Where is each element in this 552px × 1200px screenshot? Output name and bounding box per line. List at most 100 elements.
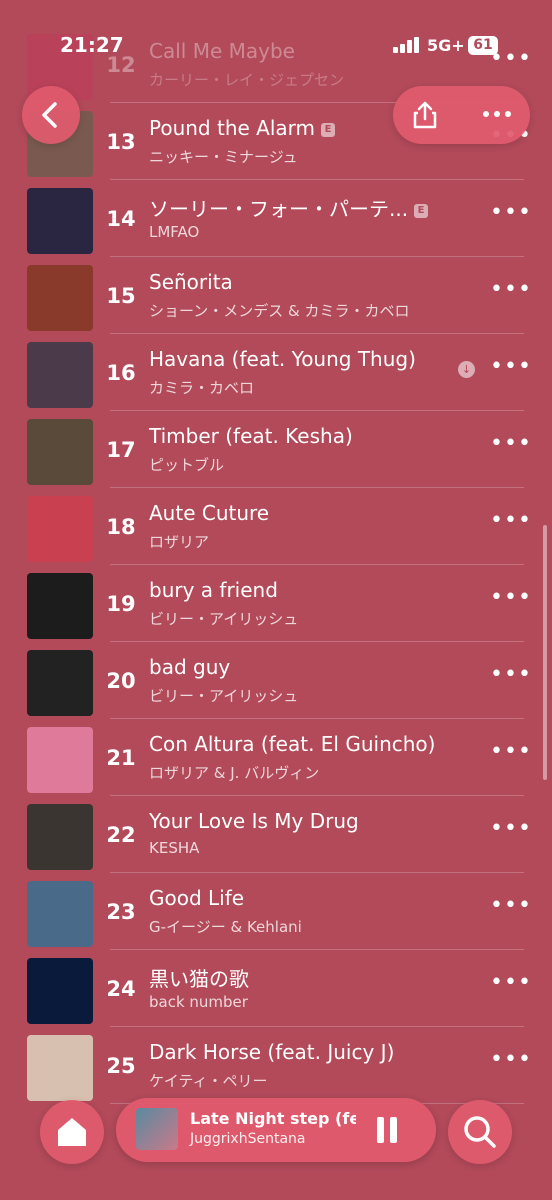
track-title-text: ソーリー・フォー・パーテ... [149,197,409,221]
track-number: 18 [106,515,136,539]
now-playing-title: Late Night step (feat [190,1109,356,1128]
track-title: bad guy [149,655,230,679]
track-title: Señorita [149,270,233,294]
track-number: 23 [106,900,136,924]
track-artist: ニッキー・ミナージュ [149,148,298,166]
more-options-icon[interactable]: ••• [490,587,531,609]
track-row[interactable]: 18 Aute Cuture ロザリア ••• [0,488,552,565]
track-title-text: Aute Cuture [149,501,270,525]
track-title-text: Señorita [149,270,233,294]
track-row[interactable]: 14 ソーリー・フォー・パーテ... E LMFAO ••• [0,180,552,257]
more-options-icon[interactable]: ••• [490,741,531,763]
more-options-icon[interactable]: ••• [490,1049,531,1071]
downloaded-icon: ↓ [458,361,475,378]
track-number: 19 [106,592,136,616]
album-artwork [27,650,93,716]
track-artist: ピットブル [149,456,225,474]
track-number: 20 [106,669,136,693]
track-title: Good Life [149,886,244,910]
track-number: 22 [106,823,136,847]
search-icon [464,1116,496,1148]
album-artwork [27,419,93,485]
more-options-icon[interactable]: ••• [490,664,531,686]
track-number: 21 [106,746,136,770]
track-number: 25 [106,1054,136,1078]
network-type: 5G+ [427,36,465,55]
more-options-icon[interactable]: ••• [490,202,531,224]
track-row[interactable]: 17 Timber (feat. Kesha) ピットブル ••• [0,411,552,488]
share-icon[interactable] [409,99,441,131]
track-row[interactable]: 24 黒い猫の歌 back number ••• [0,950,552,1027]
track-artist: LMFAO [149,223,200,241]
album-artwork [27,342,93,408]
signal-icon [393,37,419,53]
track-title-text: bad guy [149,655,231,679]
track-artist: back number [149,993,248,1011]
more-options-icon[interactable]: ••• [490,433,531,455]
track-number: 15 [106,284,136,308]
track-row[interactable]: 25 Dark Horse (feat. Juicy J) ケイティ・ペリー ••• [0,1027,552,1104]
track-artist: ビリー・アイリッシュ [149,610,299,628]
track-artist: ロザリア [149,533,210,551]
more-options-icon[interactable]: ••• [490,279,531,301]
album-artwork [27,727,93,793]
header-actions [393,86,530,144]
more-options-icon[interactable]: ••• [490,895,531,917]
more-options-icon[interactable]: ••• [490,48,531,70]
track-title-text: Dark Horse (feat. Juicy J) [149,1040,395,1064]
scrollbar[interactable] [543,525,547,780]
track-artist: カミラ・カベロ [149,379,255,397]
back-button[interactable] [22,86,80,144]
track-title: Havana (feat. Young Thug) [149,347,416,371]
track-row[interactable]: 20 bad guy ビリー・アイリッシュ ••• [0,642,552,719]
clock: 21:27 [60,33,124,57]
battery-indicator: 61 [468,36,498,55]
track-row[interactable]: 15 Señorita ショーン・メンデス & カミラ・カベロ ••• [0,257,552,334]
more-options-icon[interactable]: ••• [490,972,531,994]
track-title: 黒い猫の歌 [149,963,249,992]
track-number: 24 [106,977,136,1001]
explicit-badge: E [321,123,336,137]
track-title-text: Good Life [149,886,245,910]
more-options-icon[interactable]: ••• [490,510,531,532]
track-artist: カーリー・レイ・ジェプセン [149,71,345,89]
track-title: Aute Cuture [149,501,269,525]
track-row[interactable]: 21 Con Altura (feat. El Guincho) ロザリア & J.… [0,719,552,796]
track-title-text: Timber (feat. Kesha) [149,424,353,448]
track-title-text: Pound the Alarm [149,116,316,140]
track-title: ソーリー・フォー・パーテ... E [149,193,429,222]
track-title-text: 黒い猫の歌 [149,967,249,991]
track-title-text: Your Love Is My Drug [149,809,359,833]
track-row[interactable]: 19 bury a friend ビリー・アイリッシュ ••• [0,565,552,642]
explicit-badge: E [414,204,429,218]
search-button[interactable] [448,1100,512,1164]
album-artwork [27,573,93,639]
track-number: 14 [106,207,136,231]
track-artist: G-イージー & Kehlani [149,918,302,936]
track-artist: ショーン・メンデス & カミラ・カベロ [149,302,410,320]
track-row[interactable]: 22 Your Love Is My Drug KESHA ••• [0,796,552,873]
track-title: Dark Horse (feat. Juicy J) [149,1040,394,1064]
album-artwork [27,881,93,947]
ellipsis-icon[interactable] [481,108,513,120]
pause-icon[interactable] [377,1117,399,1143]
album-artwork [27,958,93,1024]
album-artwork [27,1035,93,1101]
now-playing-artwork [136,1108,178,1150]
track-title: Timber (feat. Kesha) [149,424,353,448]
more-options-icon[interactable]: ••• [490,818,531,840]
album-artwork [27,496,93,562]
track-artist: ケイティ・ペリー [149,1072,268,1090]
track-number: 13 [106,130,136,154]
chevron-left-icon [42,102,57,128]
track-row[interactable]: 23 Good Life G-イージー & Kehlani ••• [0,873,552,950]
now-playing-bar[interactable]: Late Night step (feat JuggrixhSentana [116,1098,436,1162]
status-bar: 21:27 5G+ 61 [0,0,552,57]
track-title-text: bury a friend [149,578,278,602]
album-artwork [27,804,93,870]
track-row[interactable]: 16 Havana (feat. Young Thug) カミラ・カベロ ↓ ••• [0,334,552,411]
more-options-icon[interactable]: ••• [490,356,531,378]
home-button[interactable] [40,1100,104,1164]
track-artist: ロザリア & J. バルヴィン [149,764,320,782]
now-playing-artist: JuggrixhSentana [190,1131,306,1147]
